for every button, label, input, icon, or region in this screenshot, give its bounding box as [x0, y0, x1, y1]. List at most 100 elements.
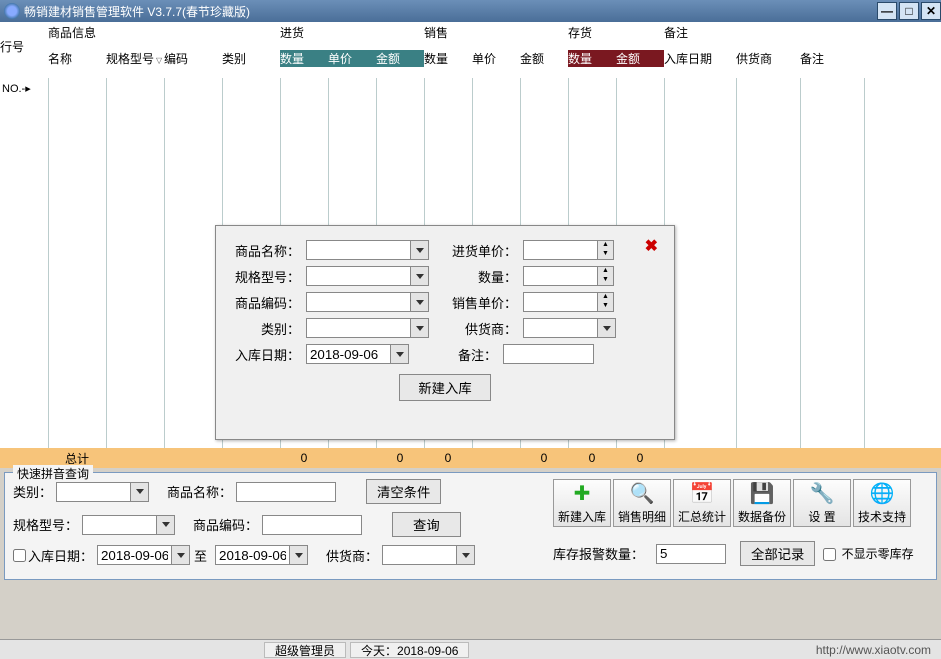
dropdown-icon[interactable]	[411, 318, 429, 338]
globe-icon: 🌐	[870, 482, 894, 506]
date-to-input[interactable]	[215, 545, 290, 565]
group-purchase: 进货	[280, 22, 424, 50]
lbl-s-spec: 规格型号：	[13, 515, 78, 534]
lbl-sale-price: 销售单价：	[447, 293, 517, 312]
category-input[interactable]	[306, 318, 411, 338]
col-name[interactable]: 名称	[48, 50, 106, 67]
spinner-icon[interactable]: ▲▼	[598, 292, 614, 312]
date-from-input[interactable]	[97, 545, 172, 565]
col-rowno[interactable]: 行号	[0, 22, 48, 78]
col-stock-amt[interactable]: 金额	[616, 50, 664, 67]
col-purchase-price[interactable]: 单价	[328, 50, 376, 67]
col-purchase-amount[interactable]: 金额	[376, 50, 424, 67]
col-in-date[interactable]: 入库日期	[664, 50, 736, 67]
dropdown-icon[interactable]	[411, 240, 429, 260]
col-supplier[interactable]: 供货商	[736, 50, 800, 67]
spinner-icon[interactable]: ▲▼	[598, 240, 614, 260]
lbl-qty: 数量：	[447, 267, 517, 286]
s-code-input[interactable]	[262, 515, 362, 535]
dropdown-icon[interactable]	[290, 545, 308, 565]
col-code[interactable]: 编码	[164, 50, 222, 67]
group-remark: 备注	[664, 22, 864, 50]
lbl-supplier: 供货商：	[447, 319, 517, 338]
group-product-info: 商品信息	[48, 22, 280, 50]
status-url: http://www.xiaotv.com	[816, 643, 931, 657]
sales-detail-button[interactable]: 🔍销售明细	[613, 479, 671, 527]
dialog-close-icon[interactable]: ✖	[645, 236, 658, 256]
toolbar: ✚新建入库 🔍销售明细 📅汇总统计 💾数据备份 🔧设 置 🌐技术支持	[553, 479, 911, 527]
maximize-button[interactable]: □	[899, 2, 919, 20]
close-button[interactable]: ✕	[921, 2, 941, 20]
group-sales: 销售	[424, 22, 568, 50]
remark-input[interactable]	[503, 344, 594, 364]
qty-input[interactable]	[523, 266, 598, 286]
dropdown-icon[interactable]	[411, 292, 429, 312]
query-button[interactable]: 查询	[392, 512, 461, 537]
s-supplier-input[interactable]	[382, 545, 457, 565]
col-spec[interactable]: 规格型号▽	[106, 50, 164, 67]
col-sales-amount[interactable]: 金额	[520, 50, 568, 67]
lbl-product-code: 商品编码：	[230, 293, 300, 312]
lbl-s-supplier: 供货商：	[326, 546, 378, 565]
new-entry-button[interactable]: 新建入库	[399, 374, 490, 401]
lbl-purchase-price: 进货单价：	[447, 241, 517, 260]
lbl-s-code: 商品编码：	[193, 515, 258, 534]
s-spec-input[interactable]	[82, 515, 157, 535]
new-in-button[interactable]: ✚新建入库	[553, 479, 611, 527]
gear-icon: 🔧	[810, 482, 834, 506]
dropdown-icon[interactable]	[172, 545, 190, 565]
col-note[interactable]: 备注	[800, 50, 864, 67]
summary-button[interactable]: 📅汇总统计	[673, 479, 731, 527]
backup-button[interactable]: 💾数据备份	[733, 479, 791, 527]
search-legend: 快速拼音查询	[13, 465, 93, 482]
magnifier-icon: 🔍	[630, 482, 654, 506]
date-checkbox[interactable]	[13, 549, 26, 562]
plus-icon: ✚	[570, 482, 594, 506]
dropdown-icon[interactable]	[391, 344, 409, 364]
settings-button[interactable]: 🔧设 置	[793, 479, 851, 527]
disk-icon: 💾	[750, 482, 774, 506]
status-user: 超级管理员	[264, 642, 346, 658]
s-name-input[interactable]	[236, 482, 336, 502]
clear-button[interactable]: 清空条件	[366, 479, 441, 504]
lbl-s-date: 入库日期：	[28, 546, 93, 565]
in-date-input[interactable]	[306, 344, 391, 364]
col-stock-qty[interactable]: 数量	[568, 50, 616, 67]
all-records-button[interactable]: 全部记录	[740, 541, 815, 566]
lbl-category: 类别：	[230, 319, 300, 338]
dropdown-icon[interactable]	[457, 545, 475, 565]
support-button[interactable]: 🌐技术支持	[853, 479, 911, 527]
minimize-button[interactable]: —	[877, 2, 897, 20]
lbl-to: 至	[194, 546, 207, 565]
col-sales-price[interactable]: 单价	[472, 50, 520, 67]
status-today: 今天：2018-09-06	[350, 642, 469, 658]
totals-row: 总计 0 0 0 0 0 0	[0, 448, 941, 468]
product-code-input[interactable]	[306, 292, 411, 312]
product-name-input[interactable]	[306, 240, 411, 260]
supplier-input[interactable]	[523, 318, 598, 338]
alarm-label: 库存报警数量：	[553, 544, 644, 563]
dropdown-icon[interactable]	[131, 482, 149, 502]
filter-icon[interactable]: ▽	[156, 56, 162, 65]
sale-price-input[interactable]	[523, 292, 598, 312]
dropdown-icon[interactable]	[157, 515, 175, 535]
purchase-price-input[interactable]	[523, 240, 598, 260]
hide-zero-label[interactable]: 不显示零库存	[823, 545, 913, 562]
spinner-icon[interactable]: ▲▼	[598, 266, 614, 286]
group-stock: 存货	[568, 22, 664, 50]
lbl-s-name: 商品名称：	[167, 482, 232, 501]
lbl-spec: 规格型号：	[230, 267, 300, 286]
lbl-in-date: 入库日期：	[230, 345, 300, 364]
lbl-product-name: 商品名称：	[230, 241, 300, 260]
s-category-input[interactable]	[56, 482, 131, 502]
col-purchase-qty[interactable]: 数量	[280, 50, 328, 67]
alarm-input[interactable]	[656, 544, 726, 564]
titlebar: 畅销建材销售管理软件 V3.7.7(春节珍藏版) — □ ✕	[0, 0, 941, 22]
statusbar: 超级管理员 今天：2018-09-06 http://www.xiaotv.co…	[0, 639, 941, 659]
col-category[interactable]: 类别	[222, 50, 280, 67]
hide-zero-checkbox[interactable]	[823, 548, 836, 561]
dropdown-icon[interactable]	[598, 318, 616, 338]
col-sales-qty[interactable]: 数量	[424, 50, 472, 67]
spec-input[interactable]	[306, 266, 411, 286]
dropdown-icon[interactable]	[411, 266, 429, 286]
